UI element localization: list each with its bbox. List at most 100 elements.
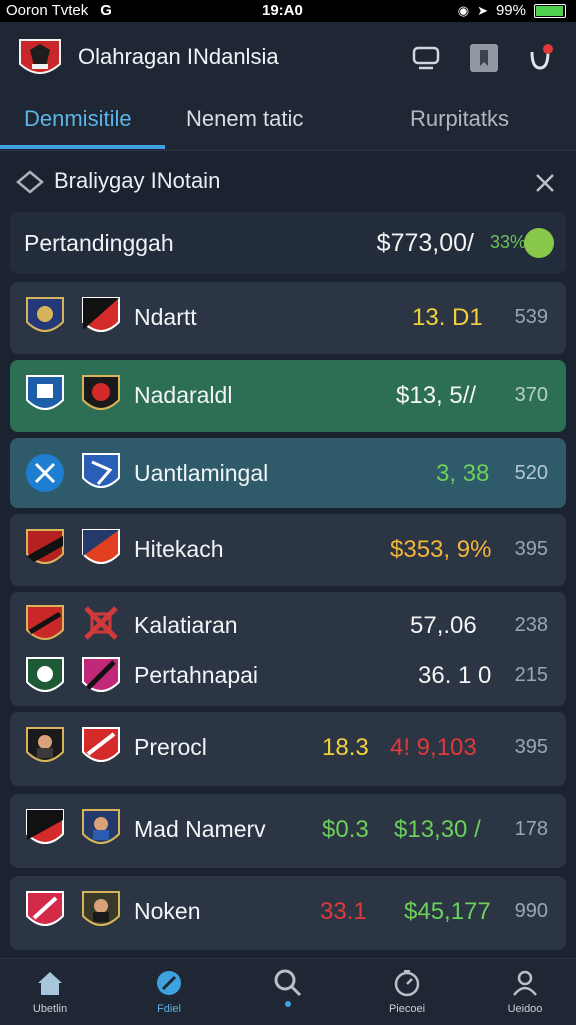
team-crest-icon	[26, 454, 64, 492]
match-count: 215	[514, 664, 548, 686]
match-count: 520	[514, 462, 548, 484]
user-icon	[513, 970, 537, 996]
g-icon: G	[100, 2, 112, 19]
nav-field[interactable]: Fdiel	[124, 967, 214, 1015]
tab-active-indicator	[0, 145, 165, 149]
team-name: Pertahnapai	[134, 662, 259, 688]
filter-row[interactable]: Braliygay INotain	[0, 150, 576, 208]
team-crest-icon	[26, 297, 64, 332]
match-count: 238	[514, 614, 548, 636]
match-value: $13, 5//	[396, 382, 477, 409]
summary-percent: 33%	[489, 232, 526, 252]
team-name: Uantlamingal	[134, 460, 269, 486]
nav-profile-label: Ueidoo	[507, 1003, 543, 1015]
match-card[interactable]: Kalatiaran 57,.06 238 Pertahnapai 36. 1 …	[10, 592, 566, 706]
summary-badge-icon	[524, 228, 554, 258]
team-crest-icon	[82, 375, 120, 410]
team-crest-icon	[26, 529, 64, 564]
match-count: 395	[514, 736, 548, 758]
team-crest-icon	[26, 727, 64, 762]
cast-icon[interactable]	[408, 40, 444, 76]
nav-search[interactable]	[243, 967, 333, 1007]
summary-value: $773,00/	[376, 229, 474, 257]
carrier-text: Ooron Tvtek	[6, 2, 89, 19]
team-crest-icon	[26, 605, 64, 640]
match-count: 395	[514, 538, 548, 560]
match-value: 3, 38	[436, 460, 490, 487]
team-crest-icon	[82, 891, 120, 926]
filter-icon	[16, 170, 44, 194]
team-crest-icon	[26, 657, 64, 692]
match-card[interactable]: Hitekach $353, 9% 395	[10, 514, 566, 586]
match-card[interactable]: Nadaraldl $13, 5// 370	[10, 360, 566, 432]
team-crest-icon	[82, 529, 120, 564]
close-icon[interactable]	[534, 172, 556, 194]
team-name: Noken	[134, 898, 201, 924]
nav-progress-label: Piecoei	[388, 1003, 426, 1015]
navigation-icon: ➤	[477, 2, 488, 18]
team-crest-icon	[82, 809, 120, 844]
match-value: $353, 9%	[390, 536, 492, 563]
bottom-nav: Ubetlin Fdiel Piecoei Ueidoo	[0, 958, 576, 1025]
ball-icon	[157, 971, 181, 995]
tab-bar: Denmisitile Nenem tatic Rurpitatks	[0, 92, 576, 151]
team-name: Nadaraldl	[134, 382, 233, 408]
bookmark-icon[interactable]	[466, 40, 502, 76]
team-crest-icon	[26, 809, 64, 844]
match-value-a: 18.3	[322, 734, 369, 761]
nav-home-label: Ubetlin	[32, 1003, 68, 1015]
tab-denmisitile[interactable]: Denmisitile	[24, 106, 132, 132]
stopwatch-icon	[394, 970, 420, 997]
match-value-a: 33.1	[320, 898, 367, 925]
filter-label: Braliygay INotain	[54, 168, 221, 193]
nav-progress[interactable]: Piecoei	[362, 967, 452, 1015]
team-name: Prerocl	[134, 734, 207, 760]
match-card[interactable]: Uantlamingal 3, 38 520	[10, 438, 566, 508]
team-name: Hitekach	[134, 536, 224, 562]
team-name: Kalatiaran	[134, 612, 238, 638]
status-bar: Ooron Tvtek G 19:A0 ◉ ➤ 99%	[0, 0, 576, 22]
team-name: Ndartt	[134, 304, 197, 330]
app-title: Olahragan INdanlsia	[78, 44, 279, 69]
match-value: 57,.06	[410, 612, 477, 639]
match-value-b: $13,30 /	[394, 816, 481, 843]
team-crest-icon	[82, 453, 120, 488]
match-value-b: 4! 9,103	[390, 734, 477, 761]
match-value-a: $0.3	[322, 816, 369, 843]
team-crest-icon	[84, 606, 118, 640]
match-count: 178	[514, 818, 548, 840]
match-count: 990	[514, 900, 548, 922]
notification-icon[interactable]	[522, 40, 558, 76]
team-crest-icon	[26, 891, 64, 926]
match-value-b: $45,177	[404, 898, 491, 925]
match-card[interactable]: Noken 33.1 $45,177 990	[10, 876, 566, 950]
match-count: 539	[514, 306, 548, 328]
summary-label: Pertandinggah	[24, 230, 174, 256]
match-value: 36. 1 0	[418, 662, 492, 689]
search-icon	[274, 969, 302, 997]
clock: 19:A0	[262, 2, 303, 19]
match-card[interactable]: Ndartt 13. D1 539	[10, 282, 566, 354]
match-card[interactable]: Prerocl 18.3 4! 9,103 395	[10, 712, 566, 786]
team-name: Mad Namerv	[134, 816, 266, 842]
team-crest-icon	[82, 657, 120, 692]
tab-nenem-tatic[interactable]: Nenem tatic	[186, 106, 303, 132]
team-crest-icon	[82, 727, 120, 762]
home-icon	[38, 972, 62, 995]
nav-field-label: Fdiel	[157, 1003, 181, 1015]
app-logo	[19, 39, 61, 74]
match-card[interactable]: Mad Namerv $0.3 $13,30 / 178	[10, 794, 566, 868]
app-header: Olahragan INdanlsia	[0, 22, 576, 92]
battery-percent: 99%	[495, 2, 526, 19]
team-crest-icon	[82, 297, 120, 332]
tab-rurpitatks[interactable]: Rurpitatks	[410, 106, 509, 132]
team-crest-icon	[26, 375, 64, 410]
nav-profile[interactable]: Ueidoo	[480, 967, 570, 1015]
match-value: 13. D1	[412, 304, 483, 331]
nav-home[interactable]: Ubetlin	[5, 967, 95, 1015]
summary-card[interactable]: Pertandinggah $773,00/ 33%	[10, 212, 566, 274]
match-count: 370	[514, 384, 548, 406]
battery-icon	[534, 3, 566, 18]
active-dot	[285, 1001, 291, 1007]
location-icon: ◉	[457, 2, 470, 18]
